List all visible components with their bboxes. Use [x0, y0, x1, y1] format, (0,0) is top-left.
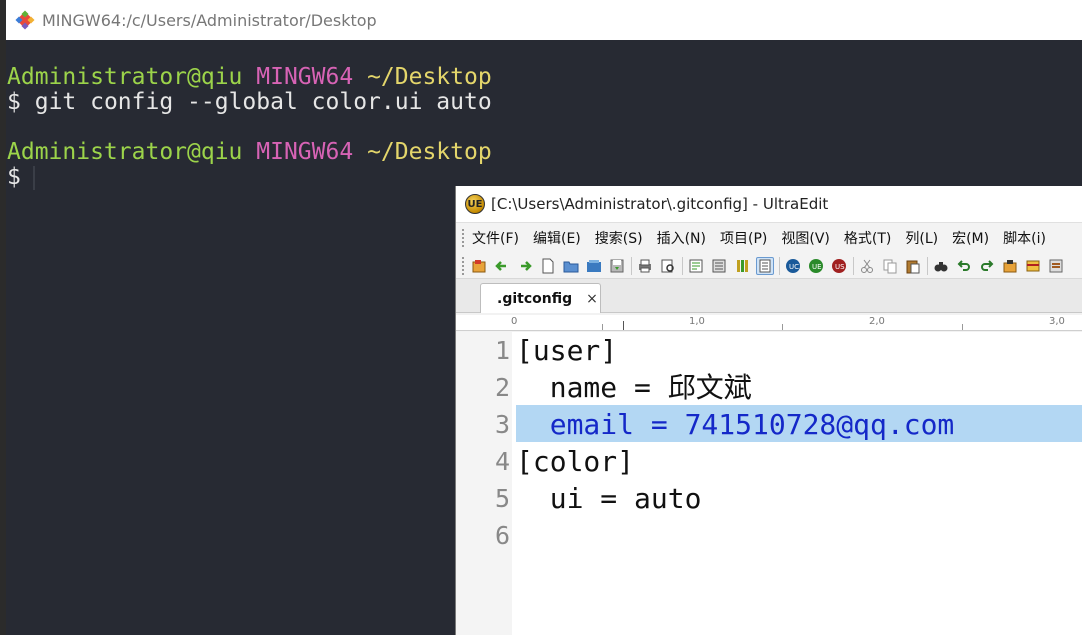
toolbar-separator — [779, 256, 780, 275]
command-line: $ git config --global color.ui auto — [7, 90, 492, 115]
menu-format[interactable]: 格式(T) — [844, 228, 891, 248]
menu-project[interactable]: 项目(P) — [720, 228, 767, 248]
menu-script[interactable]: 脚本(i) — [1003, 228, 1046, 248]
macro-icon[interactable] — [1001, 257, 1019, 275]
column-mode-icon[interactable] — [733, 257, 751, 275]
prompt-user-host: Administrator@qiu — [7, 139, 243, 165]
menu-column[interactable]: 列(L) — [905, 228, 938, 248]
terminal-title: MINGW64:/c/Users/Administrator/Desktop — [42, 10, 377, 30]
close-file-icon[interactable] — [585, 257, 603, 275]
ruler-label: 2,0 — [869, 316, 885, 327]
line-number: 6 — [494, 521, 510, 550]
uc-icon[interactable]: UC — [784, 257, 802, 275]
ruler-label: 3,0 — [1049, 316, 1065, 327]
editor-titlebar[interactable]: UE [C:\Users\Administrator\.gitconfig] -… — [456, 186, 1082, 223]
caret-column-marker — [623, 321, 624, 330]
ruler-tick — [782, 324, 783, 330]
us-icon[interactable]: US — [830, 257, 848, 275]
menu-macro[interactable]: 宏(M) — [952, 228, 989, 248]
menu-view[interactable]: 视图(V) — [781, 228, 830, 248]
menubar-grip-icon[interactable] — [462, 229, 466, 247]
command-line[interactable]: $ — [7, 165, 35, 190]
print-icon[interactable] — [636, 257, 654, 275]
back-icon[interactable] — [493, 257, 511, 275]
wordwrap-icon[interactable] — [687, 257, 705, 275]
tab-strip: .gitconfig × — [456, 279, 1082, 313]
code-line-selected: email = 741510728@qq.com — [516, 408, 955, 441]
svg-text:UC: UC — [789, 263, 799, 271]
code-line: [color] — [516, 445, 635, 478]
toggle-view-icon[interactable] — [756, 256, 774, 275]
toolbar-separator — [631, 256, 632, 275]
code-line: name = 邱文斌 — [516, 371, 752, 404]
find-icon[interactable] — [932, 257, 950, 275]
menu-bar: 文件(F) 编辑(E) 搜索(S) 插入(N) 项目(P) 视图(V) 格式(T… — [456, 223, 1082, 253]
tab-label: .gitconfig — [497, 290, 573, 307]
print-preview-icon[interactable] — [659, 257, 677, 275]
prompt-system: MINGW64 — [256, 64, 354, 90]
new-file-icon[interactable] — [539, 257, 557, 275]
close-icon[interactable]: × — [586, 291, 598, 307]
code-line: ui = auto — [516, 482, 702, 515]
redo-icon[interactable] — [978, 257, 996, 275]
prompt-cwd: ~/Desktop — [367, 139, 492, 165]
open-icon[interactable] — [470, 257, 488, 275]
save-icon[interactable] — [608, 257, 626, 275]
toolbar: UC UE US — [456, 253, 1082, 279]
ue-icon[interactable]: UE — [807, 257, 825, 275]
ruler-label: 1,0 — [689, 316, 705, 327]
prompt-symbol: $ — [7, 89, 21, 115]
git-icon — [14, 9, 36, 31]
toolbar-separator — [682, 256, 683, 275]
line-number: 3 — [494, 410, 510, 439]
prompt-line: Administrator@qiu MINGW64 ~/Desktop — [7, 140, 492, 165]
copy-icon[interactable] — [881, 257, 899, 275]
settings-icon[interactable] — [1047, 257, 1065, 275]
undo-icon[interactable] — [955, 257, 973, 275]
prompt-user-host: Administrator@qiu — [7, 64, 243, 90]
column-ruler: 0 1,0 2,0 3,0 — [456, 315, 1082, 331]
ruler-tick — [602, 324, 603, 330]
editor-title: [C:\Users\Administrator\.gitconfig] - Ul… — [491, 195, 829, 213]
line-number: 2 — [494, 373, 510, 402]
line-number: 1 — [494, 336, 510, 365]
terminal-titlebar[interactable]: MINGW64:/c/Users/Administrator/Desktop — [6, 0, 1082, 40]
menu-insert[interactable]: 插入(N) — [657, 228, 706, 248]
toolbar-grip-icon[interactable] — [462, 256, 466, 275]
svg-text:US: US — [835, 263, 845, 271]
prompt-cwd: ~/Desktop — [367, 64, 492, 90]
prompt-line: Administrator@qiu MINGW64 ~/Desktop — [7, 65, 492, 90]
hex-icon[interactable] — [710, 257, 728, 275]
menu-edit[interactable]: 编辑(E) — [533, 228, 581, 248]
menu-file[interactable]: 文件(F) — [472, 228, 519, 248]
svg-text:UE: UE — [812, 263, 822, 271]
cut-icon[interactable] — [858, 257, 876, 275]
command-text: git config --global color.ui auto — [34, 89, 492, 115]
bookmark-icon[interactable] — [1024, 257, 1042, 275]
line-number-gutter[interactable]: 1 2 3 4 5 6 — [456, 332, 512, 635]
paste-icon[interactable] — [904, 257, 922, 275]
menu-search[interactable]: 搜索(S) — [595, 228, 643, 248]
prompt-system: MINGW64 — [256, 139, 354, 165]
ultraedit-logo-icon: UE — [465, 194, 485, 214]
forward-icon[interactable] — [516, 257, 534, 275]
text-cursor — [32, 165, 35, 190]
line-number: 4 — [494, 447, 510, 476]
code-line: [user] — [516, 334, 618, 367]
ruler-label: 0 — [511, 316, 518, 327]
ultraedit-window[interactable]: UE [C:\Users\Administrator\.gitconfig] -… — [455, 186, 1082, 635]
prompt-symbol: $ — [7, 164, 21, 190]
ruler-tick — [962, 324, 963, 330]
line-number: 5 — [494, 484, 510, 513]
toolbar-separator — [853, 256, 854, 275]
tab-gitconfig[interactable]: .gitconfig × — [480, 283, 601, 313]
open-folder-icon[interactable] — [562, 257, 580, 275]
text-editor-area[interactable]: [user] name = 邱文斌 email = 741510728@qq.c… — [512, 332, 1082, 635]
toolbar-separator — [927, 256, 928, 275]
